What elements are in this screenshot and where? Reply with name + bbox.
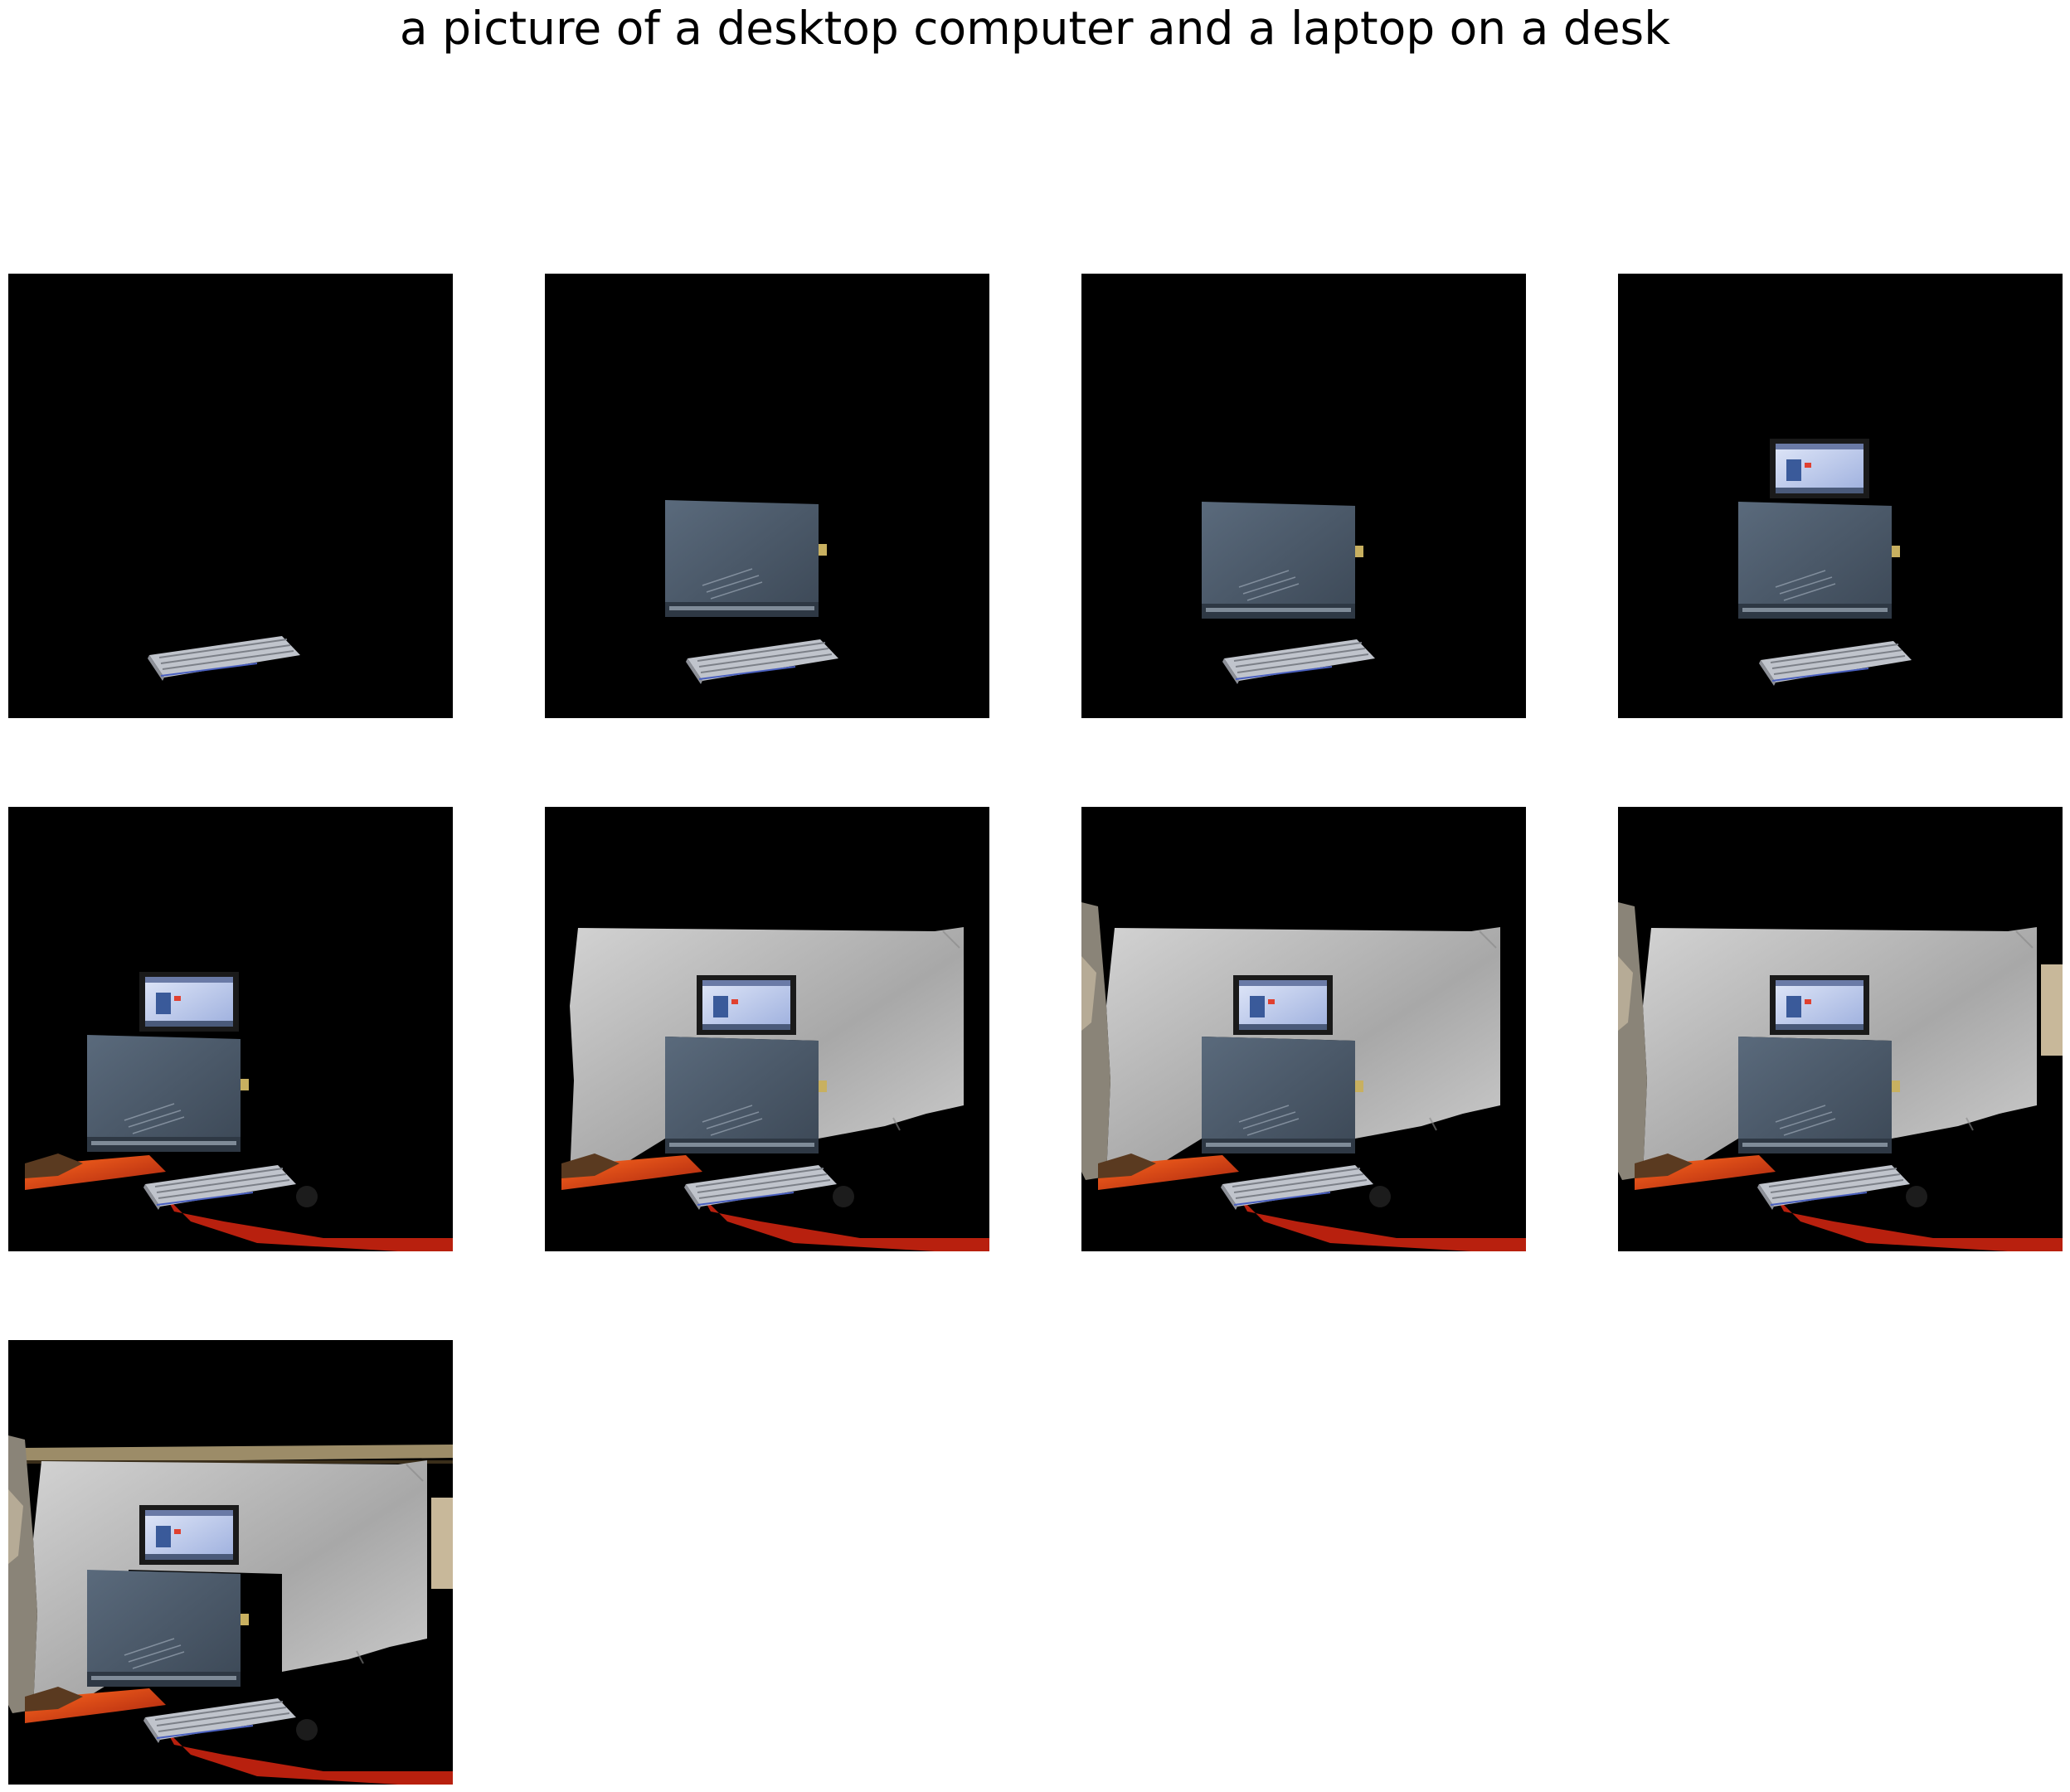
panel-6-image	[561, 926, 989, 1251]
panel-2-image	[664, 499, 839, 685]
panel-1	[8, 274, 453, 718]
computer-case	[664, 499, 828, 618]
computer-case	[1737, 1036, 1901, 1154]
panel-2	[545, 274, 989, 718]
panel-7-image	[1081, 902, 1526, 1251]
keyboard	[685, 639, 839, 685]
keyboard	[1758, 640, 1912, 687]
computer-case	[86, 1034, 250, 1153]
left-wall-edge	[1081, 902, 1110, 1180]
laptop	[1770, 439, 1869, 498]
panel-4-image	[1737, 439, 1912, 687]
panel-9	[8, 1340, 453, 1785]
desk	[25, 1687, 453, 1785]
right-wall-edge	[431, 1498, 453, 1589]
panel-3-image	[1201, 501, 1376, 685]
panel-8	[1618, 807, 2063, 1251]
panel-3	[1081, 274, 1526, 718]
desk	[1635, 1153, 2063, 1251]
left-wall-edge	[1618, 902, 1647, 1180]
panel-1-image	[147, 635, 301, 682]
keyboard	[143, 1164, 297, 1211]
keyboard	[1220, 1164, 1374, 1211]
laptop	[1233, 975, 1333, 1035]
keyboard	[143, 1697, 297, 1744]
keyboard	[147, 635, 301, 682]
computer-case	[1201, 1036, 1364, 1154]
keyboard	[683, 1164, 838, 1211]
laptop	[697, 975, 796, 1035]
laptop	[139, 1505, 239, 1565]
figure-title: a picture of a desktop computer and a la…	[399, 2, 1671, 55]
panel-7	[1081, 807, 1526, 1251]
desk	[561, 1153, 989, 1251]
right-wall-edge	[2041, 964, 2063, 1056]
ceiling-strip	[25, 1445, 453, 1464]
computer-case	[86, 1569, 250, 1688]
keyboard	[1222, 639, 1376, 685]
panel-5	[8, 807, 453, 1251]
laptop	[1770, 975, 1869, 1035]
computer-case	[1201, 501, 1364, 619]
computer-case	[1737, 501, 1901, 619]
keyboard	[1757, 1164, 1911, 1211]
panel-9-image	[8, 1435, 453, 1785]
laptop	[139, 972, 239, 1032]
left-wall-edge	[8, 1435, 37, 1713]
panel-5-image	[25, 972, 453, 1251]
desk	[25, 1153, 453, 1251]
panel-8-image	[1618, 902, 2063, 1251]
panel-6	[545, 807, 989, 1251]
computer-case	[664, 1036, 828, 1154]
panel-4	[1618, 274, 2063, 718]
desk	[1098, 1153, 1526, 1251]
